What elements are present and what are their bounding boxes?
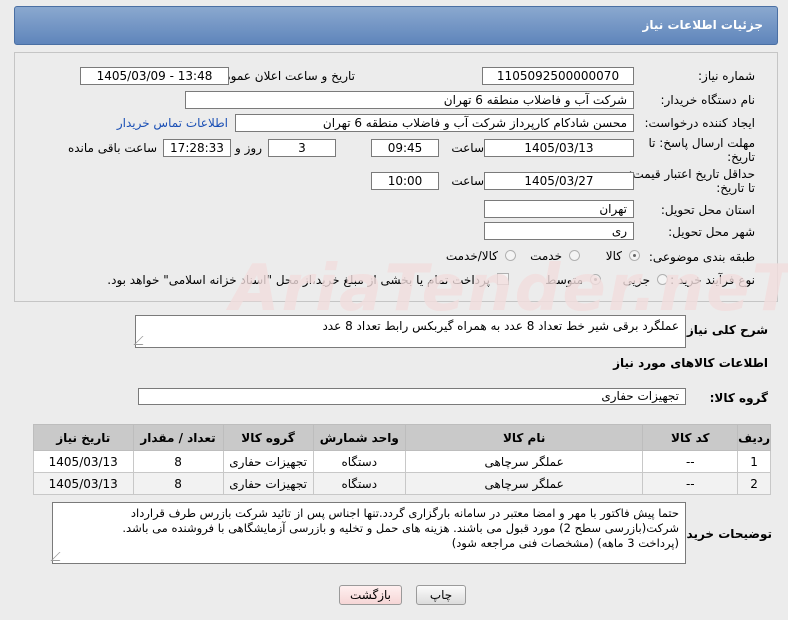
reply-deadline-label-2: تاریخ: xyxy=(727,150,755,164)
process-radio-minor[interactable] xyxy=(657,274,668,285)
buyer-notes-line: شرکت(بازرسی سطح 2) مورد قبول می باشند. ه… xyxy=(122,521,679,535)
cell-quantity: 8 xyxy=(132,450,224,473)
province-field: تهران xyxy=(484,200,634,218)
need-number-field: 1105092500000070 xyxy=(482,67,634,85)
city-field: ری xyxy=(484,222,634,240)
process-option-minor: جزیی xyxy=(622,273,650,287)
cell-row: 2 xyxy=(737,472,771,495)
table-row: 1 -- عملگر سرچاهی دستگاه تجهیزات حفاری 8… xyxy=(33,450,771,473)
requester-field: محسن شادکام کارپرداز شرکت آب و فاضلاب من… xyxy=(235,114,634,132)
col-name: نام کالا xyxy=(404,424,644,451)
category-option-goods: کالا xyxy=(605,249,622,263)
category-radio-goods[interactable] xyxy=(629,250,640,261)
goods-group-field: تجهیزات حفاری xyxy=(138,388,686,405)
price-validity-date: 1405/03/27 xyxy=(484,172,634,190)
cell-quantity: 8 xyxy=(132,472,224,495)
remaining-time-field: 17:28:33 xyxy=(163,139,231,157)
table-row: 2 -- عملگر سرچاهی دستگاه تجهیزات حفاری 8… xyxy=(33,472,771,495)
goods-table: ردیف کد کالا نام کالا واحد شمارش گروه کا… xyxy=(33,424,771,495)
page-header: جزئیات اطلاعات نیاز xyxy=(14,6,778,45)
announce-datetime-field: 1405/03/09 - 13:48 xyxy=(80,67,229,85)
announce-datetime-label: تاریخ و ساعت اعلان عمومی: xyxy=(210,69,355,83)
print-button[interactable]: چاپ xyxy=(416,585,466,605)
reply-deadline-label-1: مهلت ارسال پاسخ: تا xyxy=(648,136,755,150)
buyer-notes-line: حتما پیش فاکتور با مهر و امضا معتبر در س… xyxy=(130,506,679,520)
buyer-contact-link[interactable]: اطلاعات تماس خریدار xyxy=(117,116,228,130)
cell-group: تجهیزات حفاری xyxy=(222,450,314,473)
need-number-label: شماره نیاز: xyxy=(698,69,755,83)
col-quantity: تعداد / مقدار xyxy=(132,424,224,451)
cell-name: عملگر سرچاهی xyxy=(404,450,644,473)
days-label: روز و xyxy=(235,141,262,155)
goods-group-label: گروه کالا: xyxy=(709,391,768,405)
description-textarea: عملگرد برقی شیر خط تعداد 8 عدد به همراه … xyxy=(133,315,686,348)
buyer-org-field: شرکت آب و فاضلاب منطقه 6 تهران xyxy=(185,91,634,109)
category-option-service: خدمت xyxy=(530,249,562,263)
col-group: گروه کالا xyxy=(222,424,314,451)
cell-date: 1405/03/13 xyxy=(33,450,134,473)
reply-deadline-time: 09:45 xyxy=(371,139,439,157)
description-label: شرح کلی نیاز: xyxy=(682,323,768,337)
reply-days-field: 3 xyxy=(268,139,336,157)
page-title: جزئیات اطلاعات نیاز xyxy=(642,18,763,32)
goods-info-title: اطلاعات کالاهای مورد نیاز xyxy=(613,356,768,370)
price-time-label: ساعت xyxy=(451,174,484,188)
city-label: شهر محل تحویل: xyxy=(668,225,755,239)
category-radio-service[interactable] xyxy=(569,250,580,261)
process-type-label: نوع فرآیند خرید : xyxy=(670,273,755,287)
back-button[interactable]: بازگشت xyxy=(339,585,402,605)
price-validity-label-1: حداقل تاریخ اعتبار قیمت: xyxy=(628,167,755,181)
cell-date: 1405/03/13 xyxy=(33,472,134,495)
cell-code: -- xyxy=(642,472,739,495)
cell-name: عملگر سرچاهی xyxy=(404,472,644,495)
buyer-notes-textarea: حتما پیش فاکتور با مهر و امضا معتبر در س… xyxy=(50,502,686,564)
buyer-org-label: نام دستگاه خریدار: xyxy=(660,93,756,107)
requester-label: ایجاد کننده درخواست: xyxy=(644,116,755,130)
col-code: کد کالا xyxy=(642,424,739,451)
category-radio-goods-service[interactable] xyxy=(505,250,516,261)
remaining-time-label: ساعت باقی مانده xyxy=(67,141,157,155)
treasury-payment-note: پرداخت تمام یا بخشی از مبلغ خرید،از محل … xyxy=(107,273,490,287)
reply-time-label: ساعت xyxy=(451,141,484,155)
process-option-medium: متوسط xyxy=(545,273,583,287)
province-label: استان محل تحویل: xyxy=(660,203,755,217)
col-unit: واحد شمارش xyxy=(312,424,406,451)
col-date: تاریخ نیاز xyxy=(33,424,134,451)
cell-unit: دستگاه xyxy=(312,472,406,495)
cell-code: -- xyxy=(642,450,739,473)
price-validity-label-2: تا تاریخ: xyxy=(716,181,755,195)
category-option-goods-service: کالا/خدمت xyxy=(445,249,498,263)
cell-row: 1 xyxy=(737,450,771,473)
cell-group: تجهیزات حفاری xyxy=(222,472,314,495)
buyer-notes-line: (پرداخت 3 ماهه) (مشخصات فنی مراجعه شود) xyxy=(451,536,679,550)
resize-grip-icon[interactable] xyxy=(133,336,152,345)
category-label: طبقه بندی موضوعی: xyxy=(648,250,755,264)
description-text: عملگرد برقی شیر خط تعداد 8 عدد به همراه … xyxy=(322,319,679,333)
price-validity-time: 10:00 xyxy=(371,172,439,190)
col-row: ردیف xyxy=(737,424,771,451)
process-radio-medium[interactable] xyxy=(590,274,601,285)
goods-table-header: ردیف کد کالا نام کالا واحد شمارش گروه کا… xyxy=(33,424,771,451)
reply-deadline-date: 1405/03/13 xyxy=(484,139,634,157)
treasury-payment-checkbox[interactable] xyxy=(497,273,509,285)
resize-grip-icon[interactable] xyxy=(50,552,69,561)
cell-unit: دستگاه xyxy=(312,450,406,473)
